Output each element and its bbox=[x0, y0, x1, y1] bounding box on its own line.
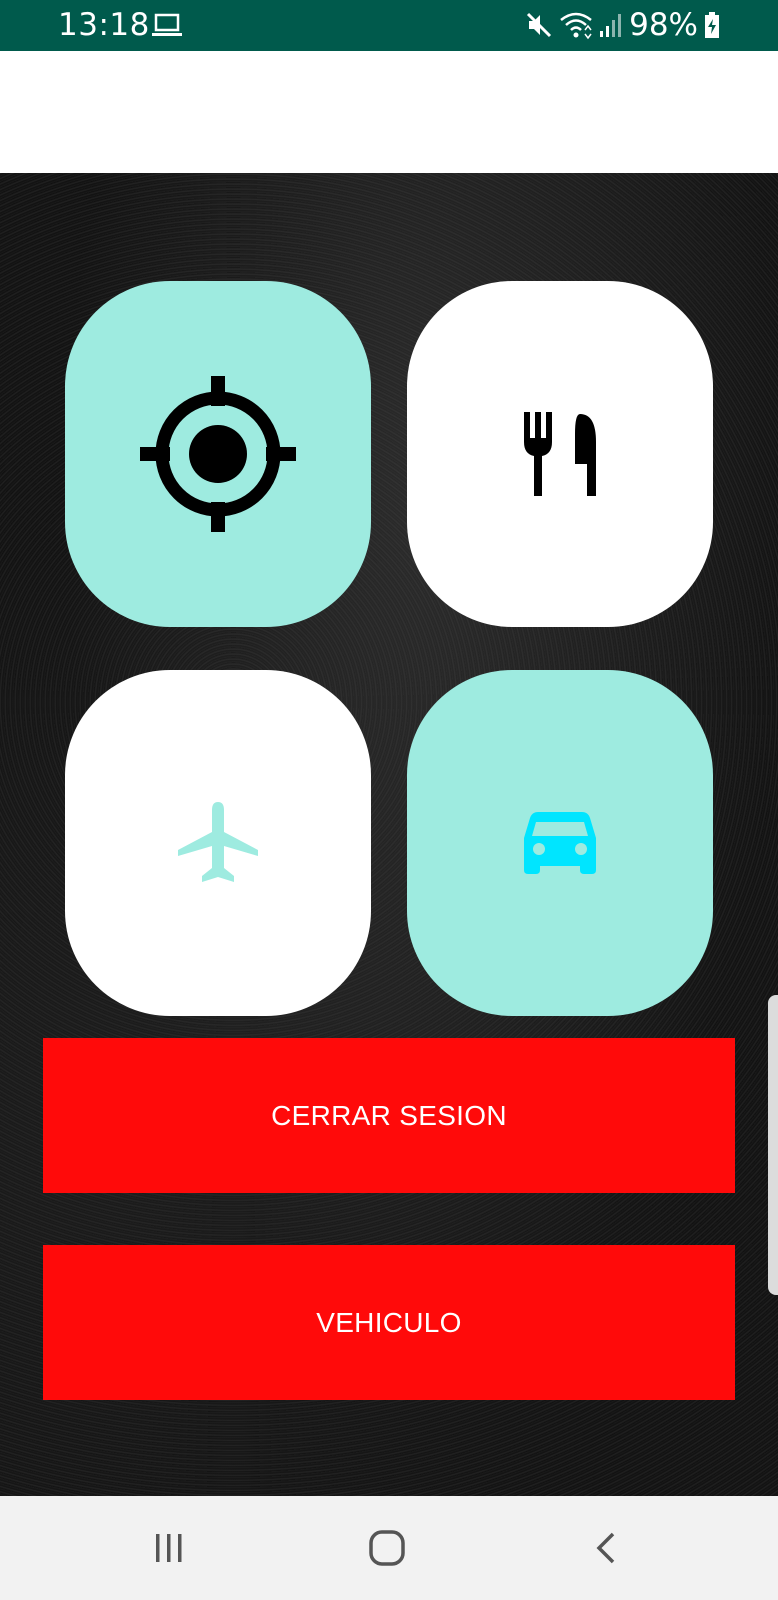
fork-knife-icon bbox=[524, 412, 596, 496]
home-button[interactable] bbox=[357, 1518, 417, 1578]
battery-percentage: 98% bbox=[629, 7, 698, 43]
wifi-icon bbox=[560, 12, 592, 40]
app-toolbar bbox=[0, 51, 778, 173]
back-button[interactable] bbox=[576, 1518, 636, 1578]
mute-icon bbox=[527, 12, 552, 38]
vehicle-tile[interactable] bbox=[407, 670, 713, 1016]
car-icon bbox=[524, 812, 596, 874]
status-time: 13:18 bbox=[58, 7, 150, 43]
edge-panel-handle[interactable] bbox=[768, 995, 778, 1295]
flights-tile[interactable] bbox=[65, 670, 371, 1016]
back-icon bbox=[596, 1532, 615, 1564]
location-tile[interactable] bbox=[65, 281, 371, 627]
signal-icon bbox=[600, 14, 622, 37]
navigation-bar bbox=[0, 1496, 778, 1600]
gps-target-icon bbox=[140, 376, 296, 532]
airplane-icon bbox=[178, 802, 258, 882]
home-icon bbox=[369, 1530, 405, 1566]
status-bar: 13:18 98% bbox=[0, 0, 778, 51]
laptop-icon bbox=[152, 13, 182, 36]
main-content: CERRAR SESION VEHICULO bbox=[0, 173, 778, 1496]
recents-icon bbox=[156, 1534, 182, 1562]
status-icons: 98% bbox=[525, 6, 720, 44]
recents-button[interactable] bbox=[139, 1518, 199, 1578]
vehicle-button[interactable]: VEHICULO bbox=[43, 1245, 735, 1400]
restaurant-tile[interactable] bbox=[407, 281, 713, 627]
logout-button[interactable]: CERRAR SESION bbox=[43, 1038, 735, 1193]
battery-charging-icon bbox=[705, 12, 719, 38]
